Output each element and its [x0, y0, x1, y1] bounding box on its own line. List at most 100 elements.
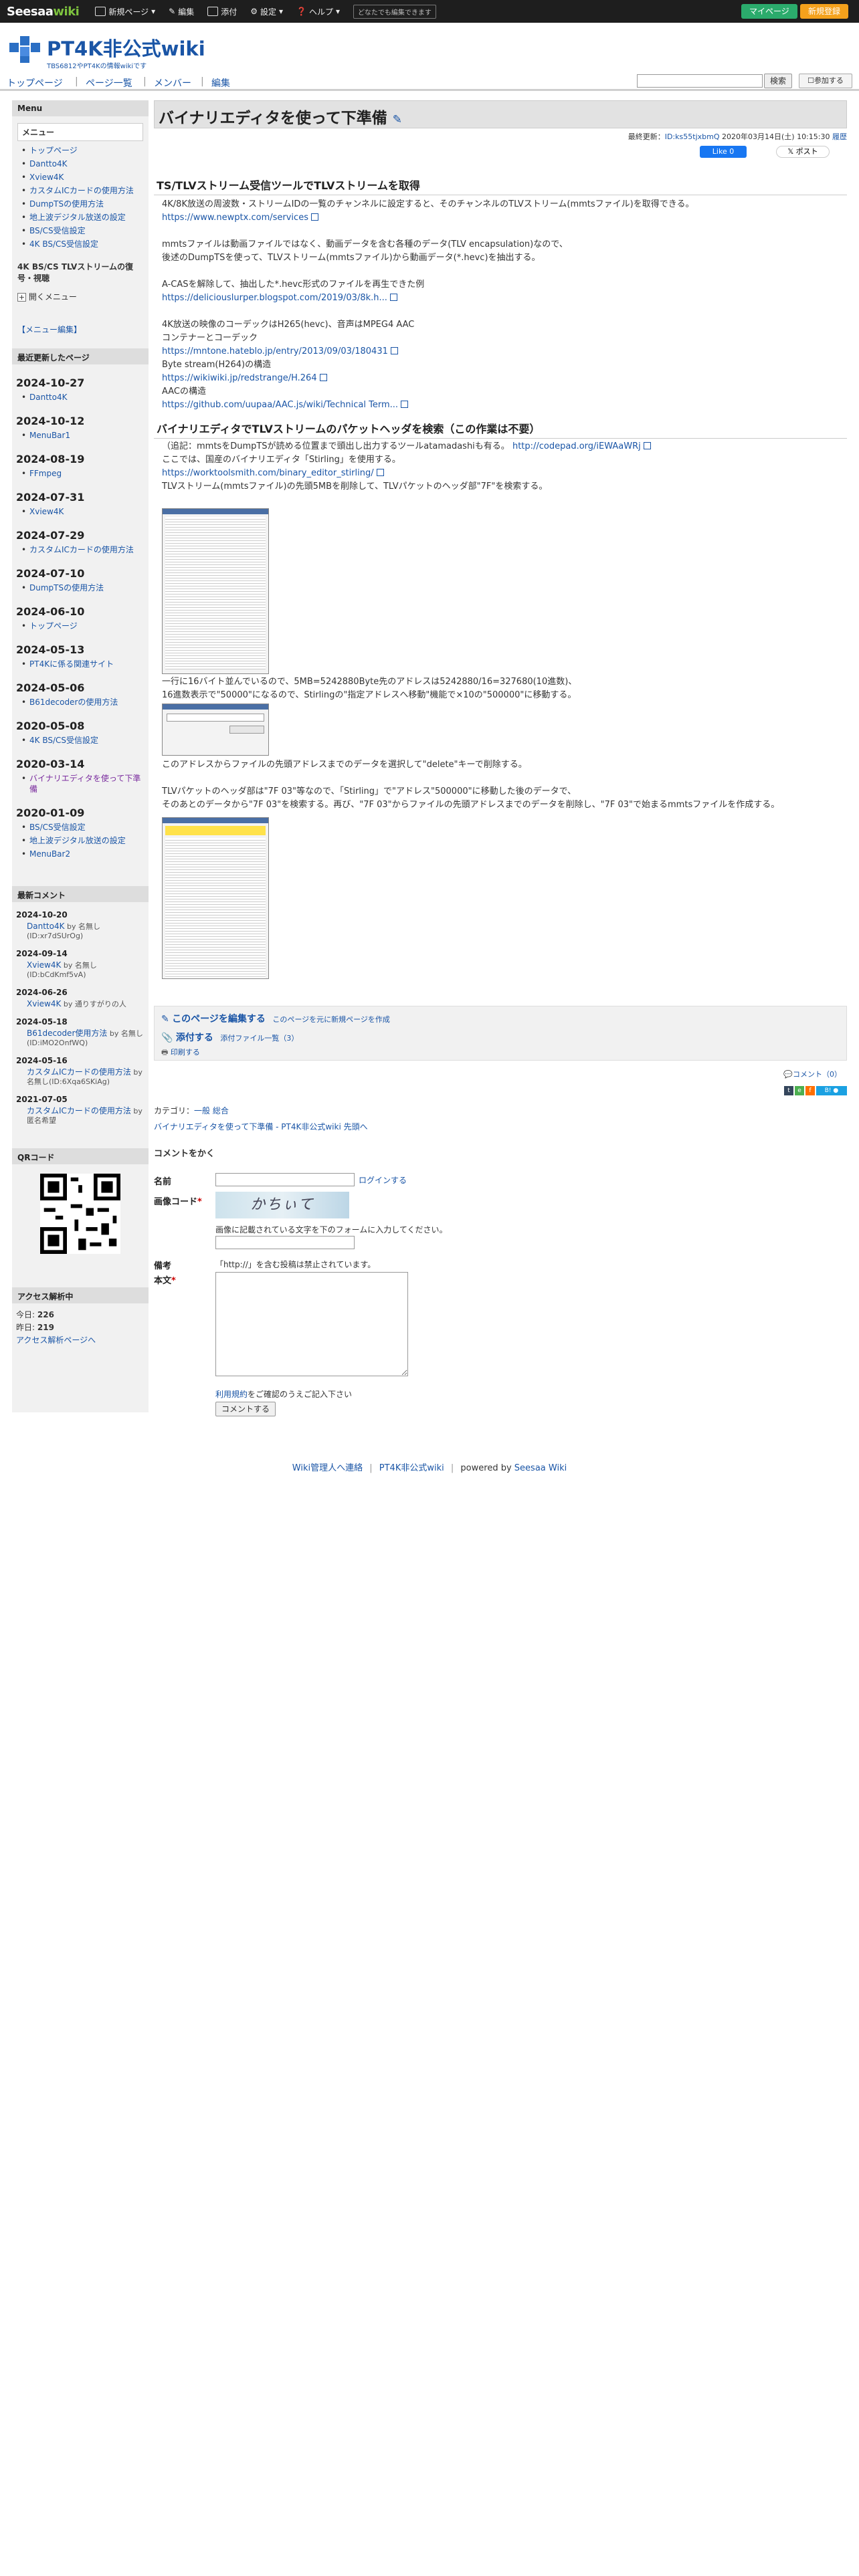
seesaa-logo[interactable]: Seesaawiki [7, 5, 80, 19]
recent-page-item[interactable]: Xview4K [20, 506, 149, 517]
contact-admin-link[interactable]: Wiki管理人へ連絡 [292, 1463, 363, 1473]
recent-page-item[interactable]: Dantto4K [20, 392, 149, 403]
section2-address-text: 一行に16バイト並んでいるので、5MB=5242880Byte先のアドレスは52… [162, 677, 577, 700]
access-analysis-link[interactable]: アクセス解析ページへ [16, 1335, 96, 1345]
register-button[interactable]: 新規登録 [800, 4, 849, 19]
x-post-button[interactable]: 𝕏 ポスト [776, 146, 830, 158]
sidebar-menu-item[interactable]: 4K BS/CS受信設定 [20, 239, 149, 249]
comment-item[interactable]: カスタムICカードの使用方法 by 匿名希望 [27, 1106, 149, 1125]
comment-item[interactable]: Xview4K by 名無し(ID:bCdKmf5vA) [27, 960, 149, 980]
comment-body-textarea[interactable] [215, 1272, 408, 1376]
comment-count[interactable]: 💬コメント（0） [783, 1069, 842, 1079]
stirling-screenshot-1[interactable] [162, 508, 269, 674]
nav-top-page[interactable]: トップページ [7, 76, 63, 90]
new-page-from-link[interactable]: このページを元に新規ページを作成 [272, 1015, 390, 1024]
login-link[interactable]: ログインする [359, 1174, 407, 1186]
sidebar-menu-item[interactable]: 地上波デジタル放送の設定 [20, 212, 149, 223]
stirling-link[interactable]: https://worktoolsmith.com/binary_editor_… [162, 468, 384, 478]
site-title[interactable]: PT4K非公式wiki [47, 33, 205, 62]
edit-menu[interactable]: ✎ 編集 [169, 6, 194, 17]
search-input[interactable] [637, 74, 763, 88]
sidebar-menu-list: トップページ Dantto4K Xview4K カスタムICカードの使用方法 D… [12, 145, 149, 249]
nav-separator: | [143, 76, 147, 87]
wikiwiki-link[interactable]: https://wikiwiki.jp/redstrange/H.264 [162, 373, 327, 383]
name-input[interactable] [215, 1173, 355, 1186]
print-icon: 🖶 [161, 1048, 169, 1057]
facebook-like-button[interactable]: Like 0 [700, 146, 747, 158]
hatena-bookmark-button[interactable]: B! ● [816, 1086, 847, 1095]
codepad-link[interactable]: http://codepad.org/iEWAaWRj [512, 441, 651, 451]
settings-menu[interactable]: ⚙ 設定 ▾ [250, 6, 283, 17]
sidebar-menu-item[interactable]: カスタムICカードの使用方法 [20, 185, 149, 196]
category-link[interactable]: 総合 [213, 1106, 229, 1115]
search-button[interactable]: 検索 [764, 74, 792, 88]
external-link-icon [310, 213, 318, 221]
body-label: 本文* [154, 1276, 176, 1286]
new-page-menu[interactable]: 新規ページ ▾ [95, 6, 155, 17]
tumblr-icon[interactable]: t [784, 1086, 793, 1095]
comment-item[interactable]: B61decoder使用方法 by 名無し(ID:iMO2OnfWQ) [27, 1029, 149, 1048]
sidebar-menu-item[interactable]: BS/CS受信設定 [20, 225, 149, 236]
sidebar-menu-item[interactable]: トップページ [20, 145, 149, 156]
attach-menu[interactable]: 添付 [207, 6, 237, 17]
recent-page-item[interactable]: PT4Kに係る関連サイト [20, 659, 149, 669]
comment-item[interactable]: カスタムICカードの使用方法 by 名無し(ID:6Xqa6SKiAg) [27, 1067, 149, 1087]
footer-site-link[interactable]: PT4K非公式wiki [379, 1463, 444, 1473]
category-link[interactable]: 一般 [194, 1106, 210, 1115]
back-to-top-link[interactable]: バイナリエディタを使って下準備 - PT4K非公式wiki 先頭へ [154, 1122, 368, 1132]
stirling-goto-dialog[interactable] [162, 704, 269, 756]
recent-page-item[interactable]: MenuBar1 [20, 430, 149, 441]
submit-comment-button[interactable]: コメントする [215, 1402, 276, 1416]
author-link[interactable]: ID:ks55tjxbmQ [665, 132, 720, 141]
attach-link[interactable]: 添付する [176, 1033, 213, 1043]
recent-date: 2024-08-19 [16, 453, 85, 465]
nav-page-list[interactable]: ページ一覧 [86, 76, 132, 90]
qr-heading: QRコード [12, 1148, 149, 1164]
help-menu[interactable]: ❓ ヘルプ ▾ [296, 6, 340, 17]
edit-pencil-icon[interactable]: ✎ [393, 113, 402, 126]
mypage-button[interactable]: マイページ [741, 4, 797, 19]
terms-link[interactable]: 利用規約 [215, 1390, 248, 1399]
newptx-link[interactable]: https://www.newptx.com/services [162, 213, 318, 223]
seesaa-wiki-link[interactable]: Seesaa Wiki [514, 1463, 567, 1473]
evernote-icon[interactable]: e [795, 1086, 804, 1095]
attach-list-link[interactable]: 添付ファイル一覧（3） [220, 1034, 298, 1043]
recent-page-item[interactable]: B61decoderの使用方法 [20, 697, 149, 708]
plus-icon: + [17, 293, 26, 302]
history-link[interactable]: 履歴 [832, 132, 847, 141]
comment-item[interactable]: Dantto4K by 名無し(ID:xr7dSUrOg) [27, 922, 149, 941]
comment-item[interactable]: Xview4K by 通りすがりの人 [27, 999, 149, 1009]
nav-edit[interactable]: 編集 [211, 76, 230, 90]
feed-icon[interactable]: f [805, 1086, 815, 1095]
recent-page-item[interactable]: MenuBar2 [20, 849, 149, 859]
stirling-screenshot-2[interactable] [162, 817, 269, 979]
recent-page-item[interactable]: DumpTSの使用方法 [20, 582, 149, 593]
sidebar-menu-heading: Menu [12, 100, 149, 116]
open-menu-toggle[interactable]: + 開くメニュー [17, 291, 143, 302]
page-title: バイナリエディタを使って下準備 ✎ [154, 100, 847, 128]
sidebar-menu-item[interactable]: DumpTSの使用方法 [20, 199, 149, 209]
edit-page-link[interactable]: このページを編集する [172, 1014, 266, 1025]
recent-page-item[interactable]: 地上波デジタル放送の設定 [20, 835, 149, 846]
nav-member[interactable]: メンバー [154, 76, 191, 90]
captcha-input[interactable] [215, 1236, 355, 1249]
site-description: TBS6812やPT4Kの情報wikiです [47, 63, 147, 70]
hateblo-link[interactable]: https://mntone.hateblo.jp/entry/2013/09/… [162, 346, 398, 356]
recent-page-item[interactable]: トップページ [20, 621, 149, 631]
recent-page-item[interactable]: FFmpeg [20, 468, 149, 479]
sidebar-menu-item[interactable]: Dantto4K [20, 158, 149, 169]
print-link[interactable]: 印刷する [171, 1048, 200, 1057]
blogspot-link[interactable]: https://deliciouslurper.blogspot.com/201… [162, 293, 397, 303]
recent-page-item[interactable]: BS/CS受信設定 [20, 822, 149, 833]
recent-page-item[interactable]: 4K BS/CS受信設定 [20, 735, 149, 746]
recent-page-item[interactable]: カスタムICカードの使用方法 [20, 544, 149, 555]
recent-date: 2020-01-09 [16, 807, 85, 819]
menu-edit-link[interactable]: 【メニュー編集】 [17, 325, 82, 334]
recent-page-item[interactable]: バイナリエディタを使って下準備 [20, 773, 149, 794]
access-heading: アクセス解析中 [12, 1287, 149, 1303]
recent-date: 2024-07-31 [16, 491, 85, 504]
section2-search-text: TLVパケットのヘッダ部は"7F 03"等なので、「Stirling」で"アドレ… [162, 786, 780, 810]
github-link[interactable]: https://github.com/uupaa/AAC.js/wiki/Tec… [162, 400, 408, 410]
sidebar-menu-item[interactable]: Xview4K [20, 172, 149, 183]
join-button[interactable]: ☐参加する [799, 74, 852, 88]
